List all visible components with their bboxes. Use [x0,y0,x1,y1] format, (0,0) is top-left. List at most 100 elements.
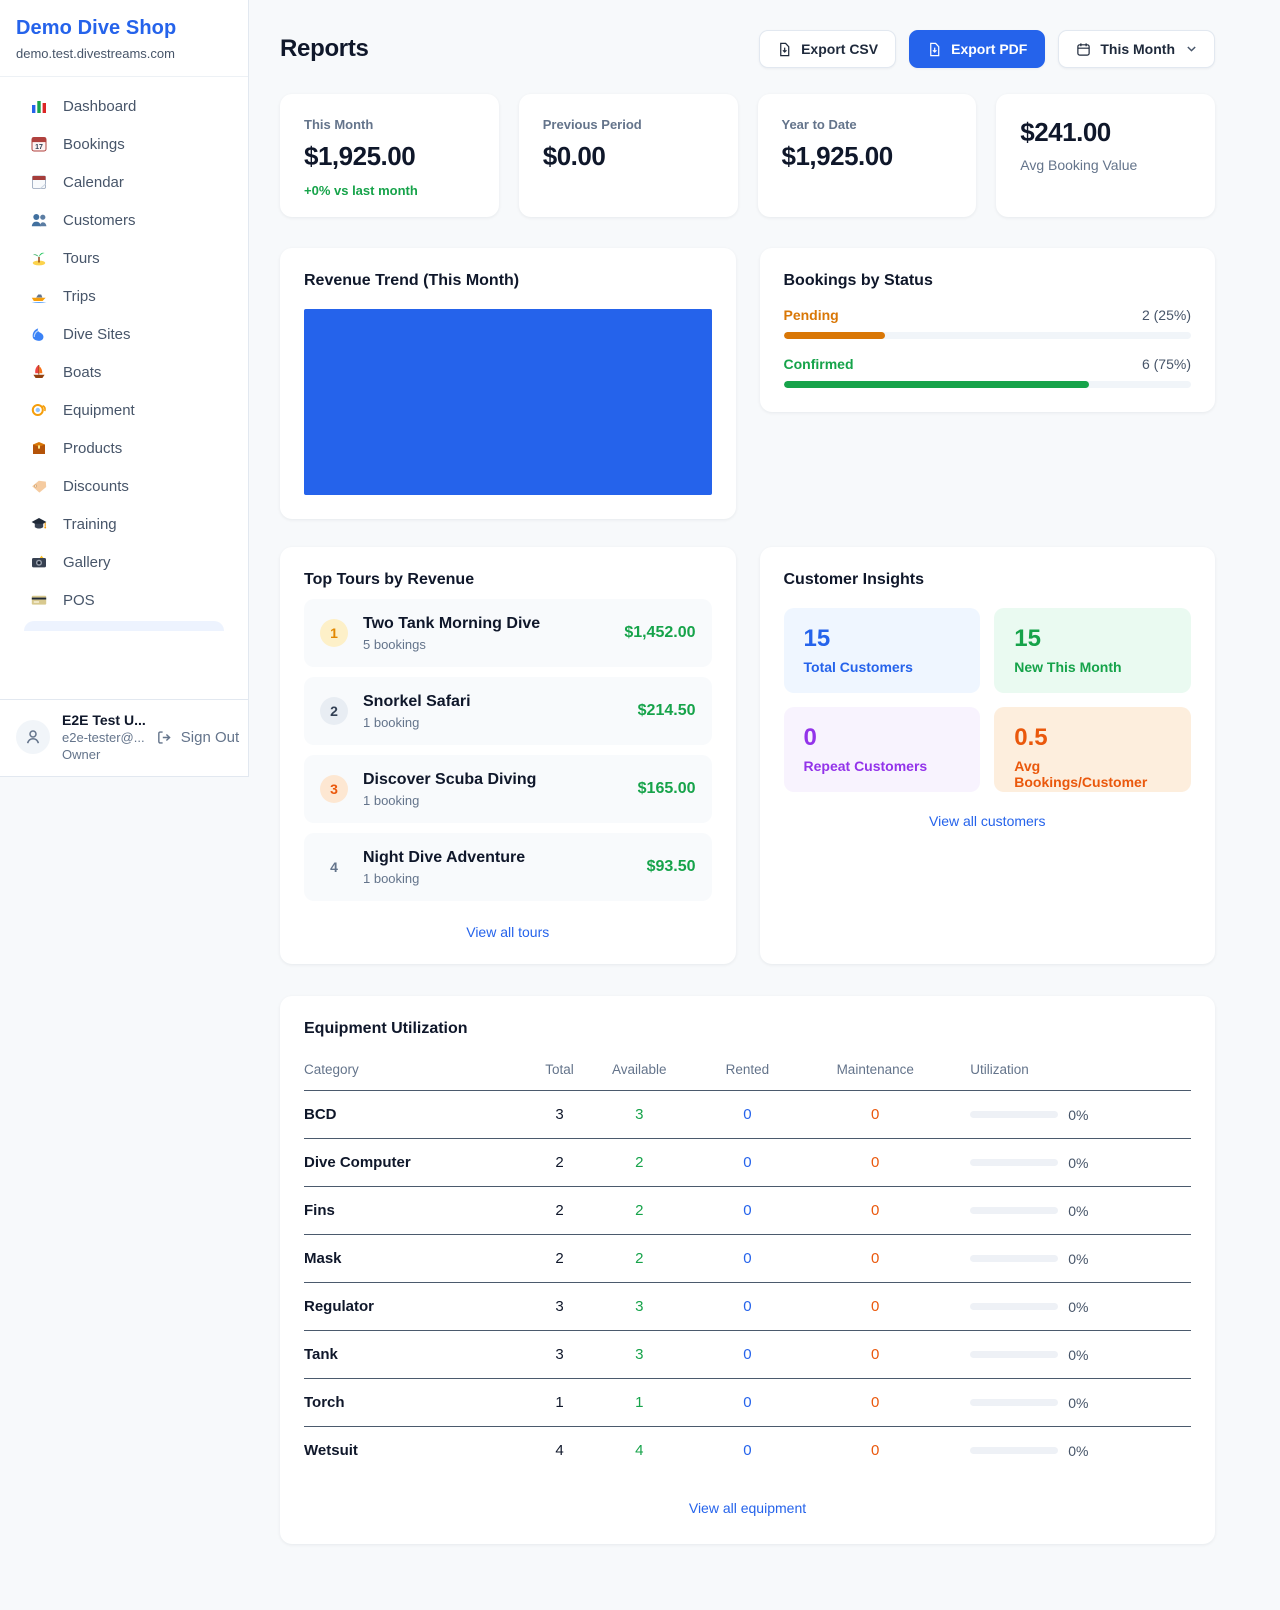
utilization-bar [970,1207,1058,1214]
person-icon [23,727,43,747]
customer-insights-title: Customer Insights [784,571,1192,589]
sidebar-item-pos[interactable]: POS [12,581,236,619]
page-header: Reports Export CSV Export PDF This Month [280,30,1215,68]
cell-category: Wetsuit [304,1427,529,1475]
table-row: Wetsuit 4 4 0 0 0% [304,1427,1191,1475]
graduation-cap-icon [30,515,48,533]
sidebar-item-training[interactable]: Training [12,505,236,543]
sidebar-item-bookings[interactable]: 17 Bookings [12,125,236,163]
sidebar-item-boats[interactable]: Boats [12,353,236,391]
sidebar-item-customers[interactable]: Customers [12,201,236,239]
insight-value: 15 [804,625,961,653]
sidebar-item-label: Gallery [63,554,111,571]
bar-chart-icon [30,97,48,115]
bookings-by-status-panel: Bookings by Status Pending 2 (25%) Confi… [760,248,1216,412]
shop-domain: demo.test.divestreams.com [16,46,232,61]
sidebar-item-gallery[interactable]: Gallery [12,543,236,581]
sidebar-item-label: Dashboard [63,98,136,115]
table-header-row: Category Total Available Rented Maintena… [304,1052,1191,1091]
sidebar-item-label: Equipment [63,402,135,419]
export-pdf-button[interactable]: Export PDF [909,30,1045,68]
insight-value: 15 [1014,625,1171,653]
sidebar-item-reports-active-partial[interactable] [24,621,224,631]
sidebar-item-label: Dive Sites [63,326,131,343]
status-bar-fill [784,381,1090,388]
sidebar-item-tours[interactable]: Tours [12,239,236,277]
tour-amount: $165.00 [638,780,696,798]
view-all-customers-link[interactable]: View all customers [784,813,1192,829]
user-email: e2e-tester@... [62,730,146,745]
stat-card-avg-booking-value: $241.00 Avg Booking Value [996,94,1215,217]
col-header-rented: Rented [689,1052,807,1091]
tour-amount: $93.50 [647,858,696,876]
cell-rented: 0 [689,1427,807,1475]
svg-text:17: 17 [35,144,43,151]
period-dropdown[interactable]: This Month [1058,30,1215,68]
cell-total: 2 [529,1139,590,1187]
shop-name: Demo Dive Shop [16,17,232,40]
cell-total: 3 [529,1283,590,1331]
cell-maintenance: 0 [806,1187,944,1235]
table-row: Tank 3 3 0 0 0% [304,1331,1191,1379]
stat-card-year-to-date: Year to Date $1,925.00 [758,94,977,217]
insight-new-this-month: 15 New This Month [994,608,1191,693]
rank-badge: 4 [320,853,348,881]
cell-maintenance: 0 [806,1091,944,1139]
sidebar-item-label: Discounts [63,478,129,495]
status-bar-track [784,332,1192,339]
cell-total: 3 [529,1331,590,1379]
header-actions: Export CSV Export PDF This Month [759,30,1215,68]
tour-row: 4 Night Dive Adventure 1 booking $93.50 [304,833,712,901]
sidebar-item-label: Trips [63,288,96,305]
sidebar-item-discounts[interactable]: Discounts [12,467,236,505]
utilization-percent: 0% [1068,1443,1088,1459]
sidebar-item-dashboard[interactable]: Dashboard [12,87,236,125]
sidebar-item-products[interactable]: Products [12,429,236,467]
utilization-bar [970,1255,1058,1262]
sidebar-item-dive-sites[interactable]: Dive Sites [12,315,236,353]
utilization-percent: 0% [1068,1155,1088,1171]
insight-value: 0 [804,724,961,752]
sidebar-item-equipment[interactable]: Equipment [12,391,236,429]
cell-rented: 0 [689,1331,807,1379]
sign-out-button[interactable]: Sign Out [156,729,239,746]
revenue-trend-panel: Revenue Trend (This Month) [280,248,736,519]
cell-rented: 0 [689,1235,807,1283]
file-download-icon [927,42,942,57]
cell-available: 2 [590,1235,689,1283]
insight-label: Repeat Customers [804,758,961,774]
utilization-bar [970,1159,1058,1166]
cell-rented: 0 [689,1091,807,1139]
sidebar-item-label: Training [63,516,117,533]
chevron-down-icon [1186,45,1197,53]
status-count: 6 (75%) [1142,356,1191,372]
tour-bookings: 1 booking [363,715,638,730]
sidebar-item-trips[interactable]: Trips [12,277,236,315]
utilization-percent: 0% [1068,1203,1088,1219]
status-row-pending: Pending 2 (25%) [784,307,1192,339]
view-all-equipment-link[interactable]: View all equipment [304,1500,1191,1516]
export-csv-button[interactable]: Export CSV [759,30,896,68]
cell-available: 3 [590,1091,689,1139]
sidebar-item-calendar[interactable]: Calendar [12,163,236,201]
revenue-trend-chart [304,309,712,495]
insight-repeat-customers: 0 Repeat Customers [784,707,981,792]
stat-value: $1,925.00 [782,141,953,172]
wave-icon [30,325,48,343]
cell-maintenance: 0 [806,1379,944,1427]
status-label: Pending [784,307,839,323]
cell-category: BCD [304,1091,529,1139]
calendar-date-icon: 17 [30,135,48,153]
cell-total: 2 [529,1187,590,1235]
view-all-tours-link[interactable]: View all tours [304,924,712,940]
tour-name: Snorkel Safari [363,693,638,711]
sidebar-header: Demo Dive Shop demo.test.divestreams.com [0,0,248,77]
export-csv-label: Export CSV [801,41,878,57]
status-row-confirmed: Confirmed 6 (75%) [784,356,1192,388]
page-title: Reports [280,35,369,63]
calendar-icon [1076,42,1091,57]
cell-available: 2 [590,1139,689,1187]
stat-value: $0.00 [543,141,714,172]
insight-label: Total Customers [804,659,961,675]
cell-category: Torch [304,1379,529,1427]
